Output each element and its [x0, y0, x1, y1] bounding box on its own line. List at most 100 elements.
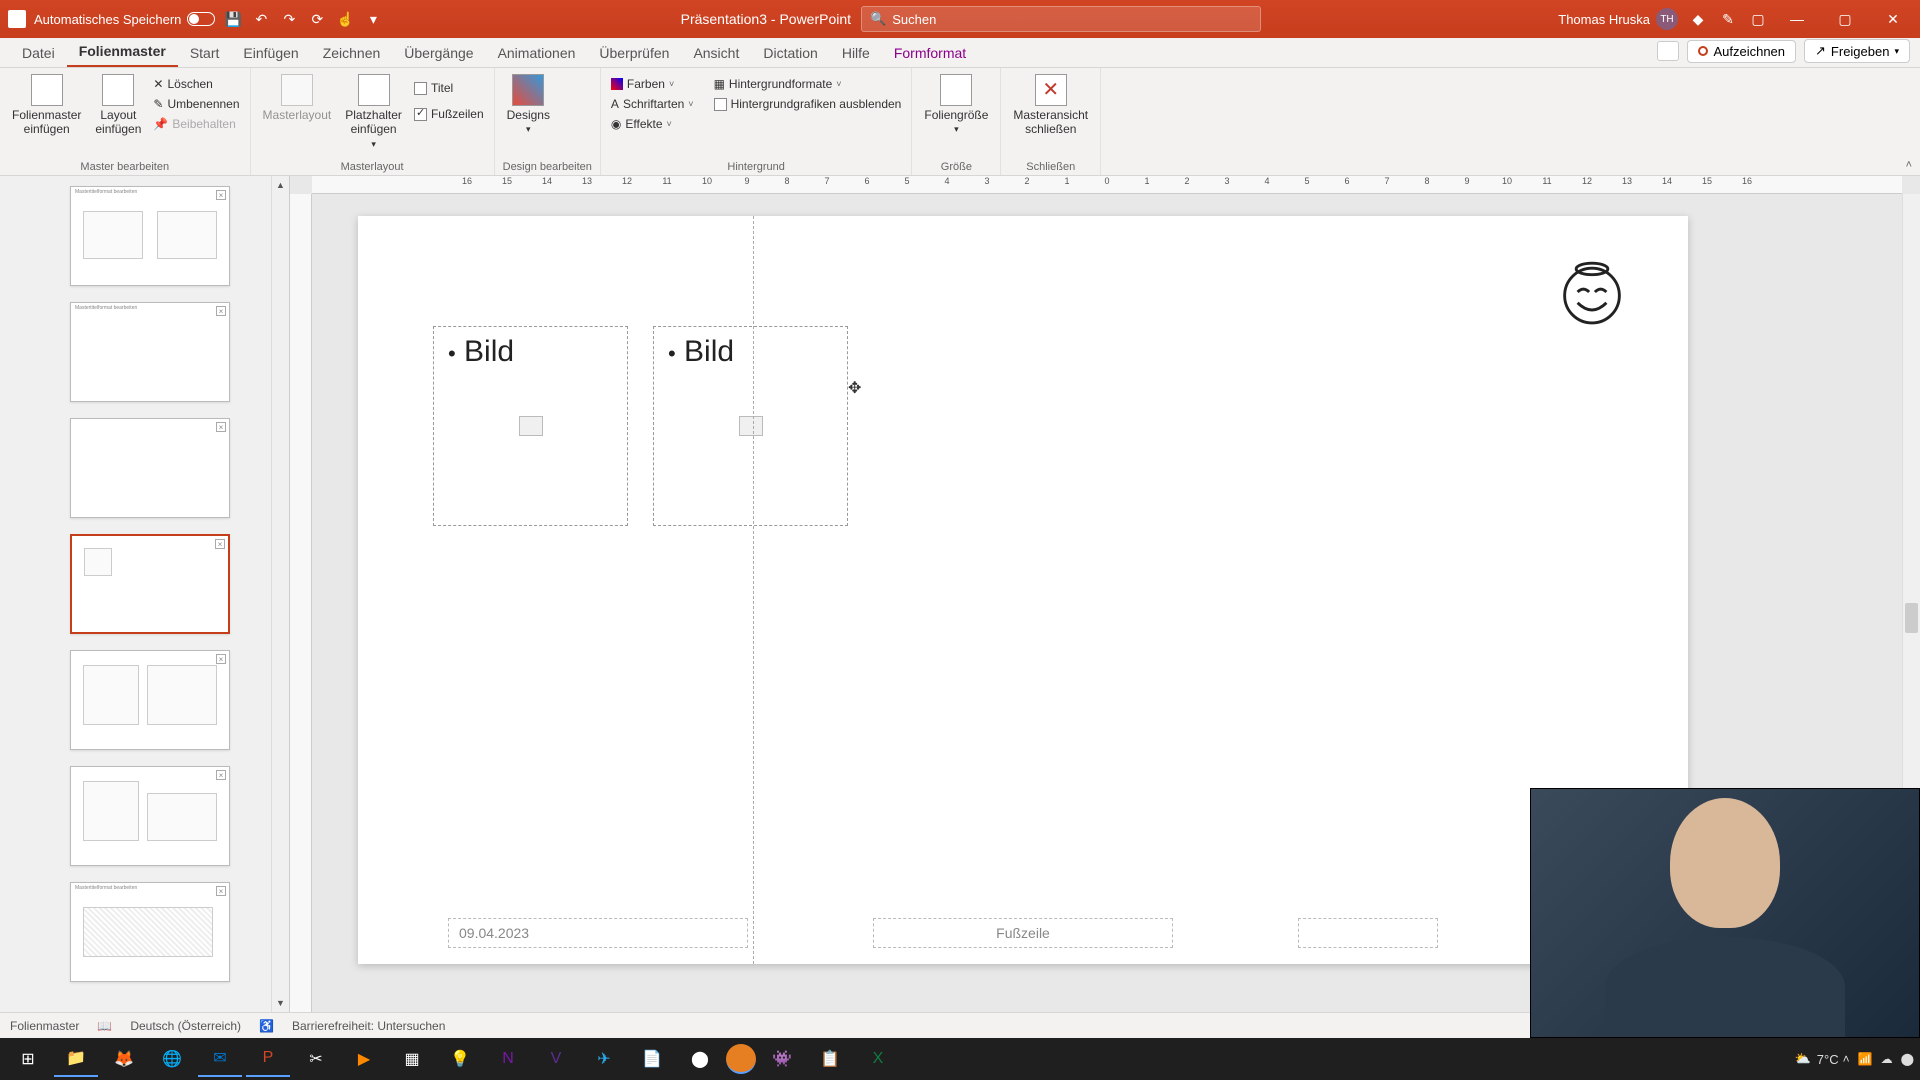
- outlook-icon[interactable]: ✉: [198, 1041, 242, 1077]
- picture-placeholder-1[interactable]: • Bild: [433, 326, 628, 526]
- redo-icon[interactable]: ↷: [279, 9, 299, 29]
- app-icon-3[interactable]: 📄: [630, 1041, 674, 1077]
- excel-icon[interactable]: X: [856, 1041, 900, 1077]
- tray-network-icon[interactable]: 📶: [1858, 1052, 1873, 1066]
- status-view[interactable]: Folienmaster: [10, 1019, 79, 1033]
- visualstudio-icon[interactable]: V: [534, 1041, 578, 1077]
- delete-button[interactable]: ✕Löschen: [151, 76, 241, 92]
- weather-widget[interactable]: ⛅ 7°C: [1795, 1051, 1839, 1067]
- themes-button[interactable]: Designs ▾: [503, 72, 554, 137]
- save-icon[interactable]: 💾: [223, 9, 243, 29]
- status-language[interactable]: Deutsch (Österreich): [130, 1019, 241, 1033]
- tab-dictation[interactable]: Dictation: [751, 39, 829, 67]
- pen-icon[interactable]: ✎: [1718, 9, 1738, 29]
- insert-layout-button[interactable]: Layout einfügen: [91, 72, 145, 139]
- insert-placeholder-button[interactable]: Platzhalter einfügen ▾: [341, 72, 406, 152]
- diamond-icon[interactable]: ◆: [1688, 9, 1708, 29]
- scroll-up-icon[interactable]: ▲: [272, 176, 289, 194]
- colors-icon: [611, 78, 623, 90]
- powerpoint-icon[interactable]: P: [246, 1041, 290, 1077]
- vlc-icon[interactable]: ▶: [342, 1041, 386, 1077]
- slide-size-button[interactable]: Foliengröße ▾: [920, 72, 992, 137]
- collapse-ribbon-icon[interactable]: ˄: [1906, 159, 1912, 171]
- app-icon-5[interactable]: 📋: [808, 1041, 852, 1077]
- thumbnail-scrollbar[interactable]: ▲ ▼: [271, 176, 289, 1012]
- telegram-icon[interactable]: ✈: [582, 1041, 626, 1077]
- tab-folienmaster[interactable]: Folienmaster: [67, 37, 178, 67]
- touch-icon[interactable]: ☝: [335, 9, 355, 29]
- layout-thumbnail[interactable]: × Mastertitelformat bearbeiten: [70, 186, 230, 286]
- chrome-icon[interactable]: 🌐: [150, 1041, 194, 1077]
- autosave-toggle[interactable]: Automatisches Speichern: [34, 12, 215, 27]
- tab-zeichnen[interactable]: Zeichnen: [311, 39, 393, 67]
- search-box[interactable]: 🔍 Suchen: [861, 6, 1261, 32]
- tab-hilfe[interactable]: Hilfe: [830, 39, 882, 67]
- status-spell-icon[interactable]: 📖: [97, 1019, 112, 1033]
- horizontal-ruler: 1615141312111098765432101234567891011121…: [312, 176, 1902, 194]
- delete-icon: ✕: [153, 77, 163, 91]
- footers-checkbox[interactable]: Fußzeilen: [412, 106, 486, 122]
- app-icon-1[interactable]: ▦: [390, 1041, 434, 1077]
- colors-dropdown[interactable]: Farben: [609, 76, 696, 92]
- tab-ueberpruefen[interactable]: Überprüfen: [587, 39, 681, 67]
- layout-thumbnail-selected[interactable]: ×: [70, 534, 230, 634]
- fonts-icon: A: [611, 97, 619, 111]
- layout-thumbnail[interactable]: × Mastertitelformat bearbeiten: [70, 302, 230, 402]
- layout-thumbnail[interactable]: ×: [70, 650, 230, 750]
- title-checkbox[interactable]: Titel: [412, 80, 486, 96]
- undo-icon[interactable]: ↶: [251, 9, 271, 29]
- tray-cloud-icon[interactable]: ☁: [1881, 1052, 1893, 1066]
- user-account[interactable]: Thomas Hruska TH: [1558, 8, 1678, 30]
- insert-slidemaster-button[interactable]: Folienmaster einfügen: [8, 72, 85, 139]
- comments-icon[interactable]: [1657, 41, 1679, 61]
- qat-more-icon[interactable]: ▾: [363, 9, 383, 29]
- search-icon: 🔍: [870, 11, 886, 27]
- status-accessibility[interactable]: Barrierefreiheit: Untersuchen: [292, 1019, 445, 1033]
- footer-placeholder[interactable]: Fußzeile: [873, 918, 1173, 948]
- tray-chevron-icon[interactable]: ˄: [1843, 1052, 1850, 1066]
- smiley-logo-icon: [1556, 256, 1628, 328]
- app-icon: [8, 10, 26, 28]
- layout-thumbnail[interactable]: ×: [70, 418, 230, 518]
- firefox-icon[interactable]: 🦊: [102, 1041, 146, 1077]
- app-icon-4[interactable]: [726, 1044, 756, 1074]
- tab-uebergaenge[interactable]: Übergänge: [392, 39, 485, 67]
- window-icon[interactable]: ▢: [1748, 9, 1768, 29]
- webcam-overlay: [1530, 788, 1920, 1038]
- tab-ansicht[interactable]: Ansicht: [681, 39, 751, 67]
- tab-einfuegen[interactable]: Einfügen: [231, 39, 310, 67]
- hide-bg-graphics-checkbox[interactable]: Hintergrundgrafiken ausblenden: [712, 96, 904, 112]
- tray-app-icon[interactable]: ⬤: [1901, 1052, 1914, 1066]
- layout-thumbnail[interactable]: × Mastertitelformat bearbeiten: [70, 882, 230, 982]
- layout-thumbnail[interactable]: ×: [70, 766, 230, 866]
- record-icon: [1698, 46, 1708, 56]
- record-button[interactable]: Aufzeichnen: [1687, 40, 1796, 63]
- onenote-icon[interactable]: N: [486, 1041, 530, 1077]
- minimize-button[interactable]: —: [1778, 5, 1816, 33]
- tab-formformat[interactable]: Formformat: [882, 39, 978, 67]
- close-button[interactable]: ✕: [1874, 5, 1912, 33]
- explorer-icon[interactable]: 📁: [54, 1041, 98, 1077]
- discord-icon[interactable]: 👾: [760, 1041, 804, 1077]
- slidenumber-placeholder[interactable]: [1298, 918, 1438, 948]
- close-master-button[interactable]: ✕ Masteransicht schließen: [1009, 72, 1092, 139]
- snip-icon[interactable]: ✂: [294, 1041, 338, 1077]
- picture-placeholder-2[interactable]: • Bild: [653, 326, 848, 526]
- date-placeholder[interactable]: 09.04.2023: [448, 918, 748, 948]
- scroll-down-icon[interactable]: ▼: [272, 994, 289, 1012]
- obs-icon[interactable]: ⬤: [678, 1041, 722, 1077]
- repeat-icon[interactable]: ⟳: [307, 9, 327, 29]
- rename-button[interactable]: ✎Umbenennen: [151, 96, 241, 112]
- share-button[interactable]: ↗ Freigeben ▾: [1804, 39, 1910, 63]
- slide-canvas[interactable]: • Bild • Bild ✥ 09.04.2023: [358, 216, 1688, 964]
- start-button[interactable]: ⊞: [6, 1041, 50, 1077]
- effects-dropdown[interactable]: ◉Effekte: [609, 116, 696, 132]
- app-icon-2[interactable]: 💡: [438, 1041, 482, 1077]
- tab-datei[interactable]: Datei: [10, 39, 67, 67]
- system-tray[interactable]: ˄ 📶 ☁ ⬤: [1843, 1052, 1914, 1066]
- background-styles-dropdown[interactable]: ▦Hintergrundformate: [712, 76, 904, 92]
- tab-animationen[interactable]: Animationen: [486, 39, 588, 67]
- maximize-button[interactable]: ▢: [1826, 5, 1864, 33]
- tab-start[interactable]: Start: [178, 39, 232, 67]
- fonts-dropdown[interactable]: ASchriftarten: [609, 96, 696, 112]
